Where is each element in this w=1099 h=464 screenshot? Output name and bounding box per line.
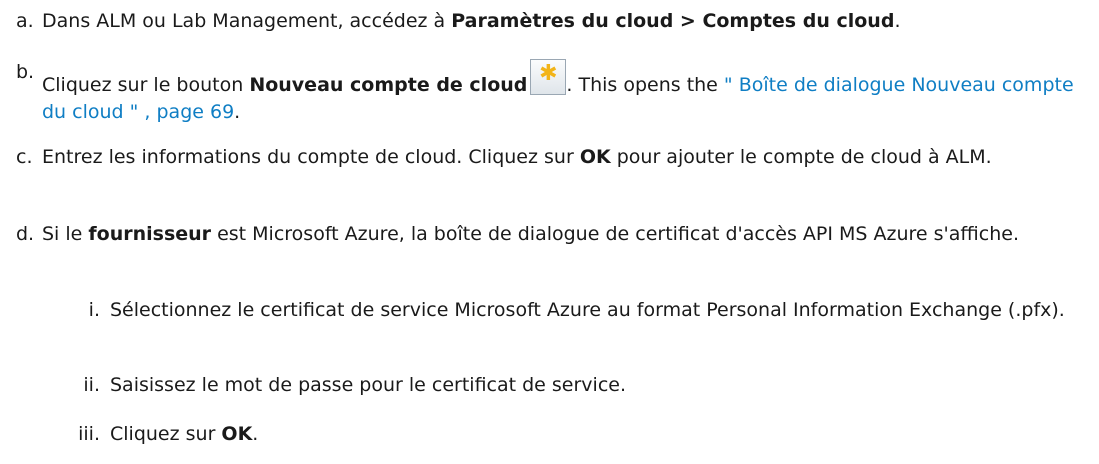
step-text: Entrez les informations du compte de clo… (42, 146, 580, 168)
step-text: Cliquez sur le bouton (42, 74, 250, 96)
ok-label: OK (221, 423, 253, 445)
substep-label: i. (88, 299, 100, 321)
step-text: Si le (42, 223, 89, 245)
substep-text: Sélectionnez le certificat de service Mi… (110, 299, 1065, 321)
provider-label: fournisseur (88, 223, 212, 245)
step-label: a. (16, 10, 34, 32)
step-b: b. Cliquez sur le bouton Nouveau compte … (16, 59, 1089, 126)
substep-label: ii. (83, 374, 100, 396)
substep-text: Saisissez le mot de passe pour le certif… (110, 374, 627, 396)
substep-iii: iii. Cliquez sur OK. (60, 421, 1089, 448)
punct: . (252, 423, 259, 445)
step-label: c. (16, 146, 33, 168)
step-text-mid: . This opens the (566, 74, 724, 96)
punct: . (234, 101, 241, 123)
step-label: b. (16, 61, 35, 83)
button-name: Nouveau compte de cloud (249, 74, 528, 96)
step-c: c. Entrez les informations du compte de … (16, 144, 1089, 171)
asterisk-icon: ✱ (539, 61, 558, 86)
substep-ii: ii. Saisissez le mot de passe pour le ce… (60, 372, 1089, 399)
substep-text: Cliquez sur (110, 423, 222, 445)
substep-i: i. Sélectionnez le certificat de service… (60, 297, 1089, 324)
step-text-end: pour ajouter le compte de cloud à ALM. (610, 146, 992, 168)
new-cloud-account-button[interactable]: ✱ (530, 59, 567, 95)
punct: . (894, 10, 901, 32)
menu-path: Paramètres du cloud > Comptes du cloud (451, 10, 895, 32)
step-a: a. Dans ALM ou Lab Management, accédez à… (16, 8, 1089, 35)
step-label: d. (16, 223, 35, 245)
step-text: Dans ALM ou Lab Management, accédez à (42, 10, 452, 32)
step-text-end: est Microsoft Azure, la boîte de dialogu… (211, 223, 1019, 245)
ok-label: OK (579, 146, 611, 168)
step-d: d. Si le fournisseur est Microsoft Azure… (16, 221, 1089, 248)
substep-label: iii. (78, 423, 100, 445)
